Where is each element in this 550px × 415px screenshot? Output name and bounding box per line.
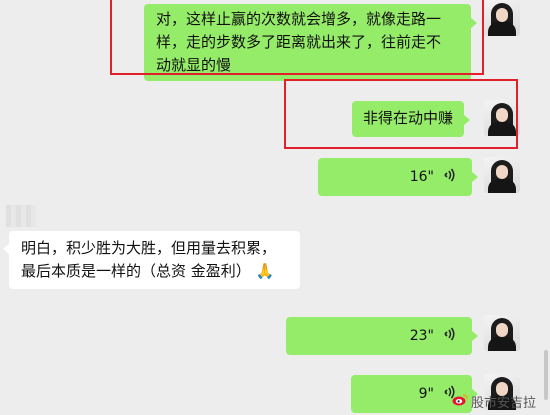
voice-message-2[interactable]: 23" [286,317,478,355]
watermark-text: 股市安吉拉 [471,396,537,411]
avatar[interactable] [484,100,520,136]
voice-wave-icon [442,327,456,345]
message-bubble-2[interactable]: 非得在动中赚 [352,101,471,137]
avatar[interactable] [484,315,520,351]
avatar[interactable] [484,157,520,193]
message-1-line-1: 对，这样止赢的次数就会增多，就像走路一 [156,10,442,28]
message-bubble-1[interactable]: 对，这样止赢的次数就会增多，就像走路一 样，走的步数多了距离就出来了，往前走不 … [144,4,477,81]
message-bubble-incoming[interactable]: 明白，积少胜为大胜，但用量去积累， 最后本质是一样的（总资 金盈利） 🙏 [3,231,300,289]
voice-wave-icon [442,168,456,186]
voice-duration: 9" [418,386,434,402]
voice-duration: 23" [409,328,434,344]
scrollbar[interactable] [544,350,548,400]
message-4-line-1: 明白，积少胜为大胜，但用量去积累， [21,239,277,257]
blurred-avatar[interactable] [6,205,36,227]
message-1-line-2: 样，走的步数多了距离就出来了，往前走不 [156,33,442,51]
weibo-icon [452,393,468,410]
message-1-line-3: 动就显的慢 [156,56,232,74]
message-4-line-2: 最后本质是一样的（总资 金盈利） [21,262,251,280]
voice-message-1[interactable]: 16" [318,158,478,196]
message-2-text: 非得在动中赚 [363,109,454,127]
avatar[interactable] [484,0,520,36]
watermark: 股市安吉拉 [452,392,536,411]
pray-emoji-icon: 🙏 [255,262,275,280]
voice-duration: 16" [409,169,434,185]
